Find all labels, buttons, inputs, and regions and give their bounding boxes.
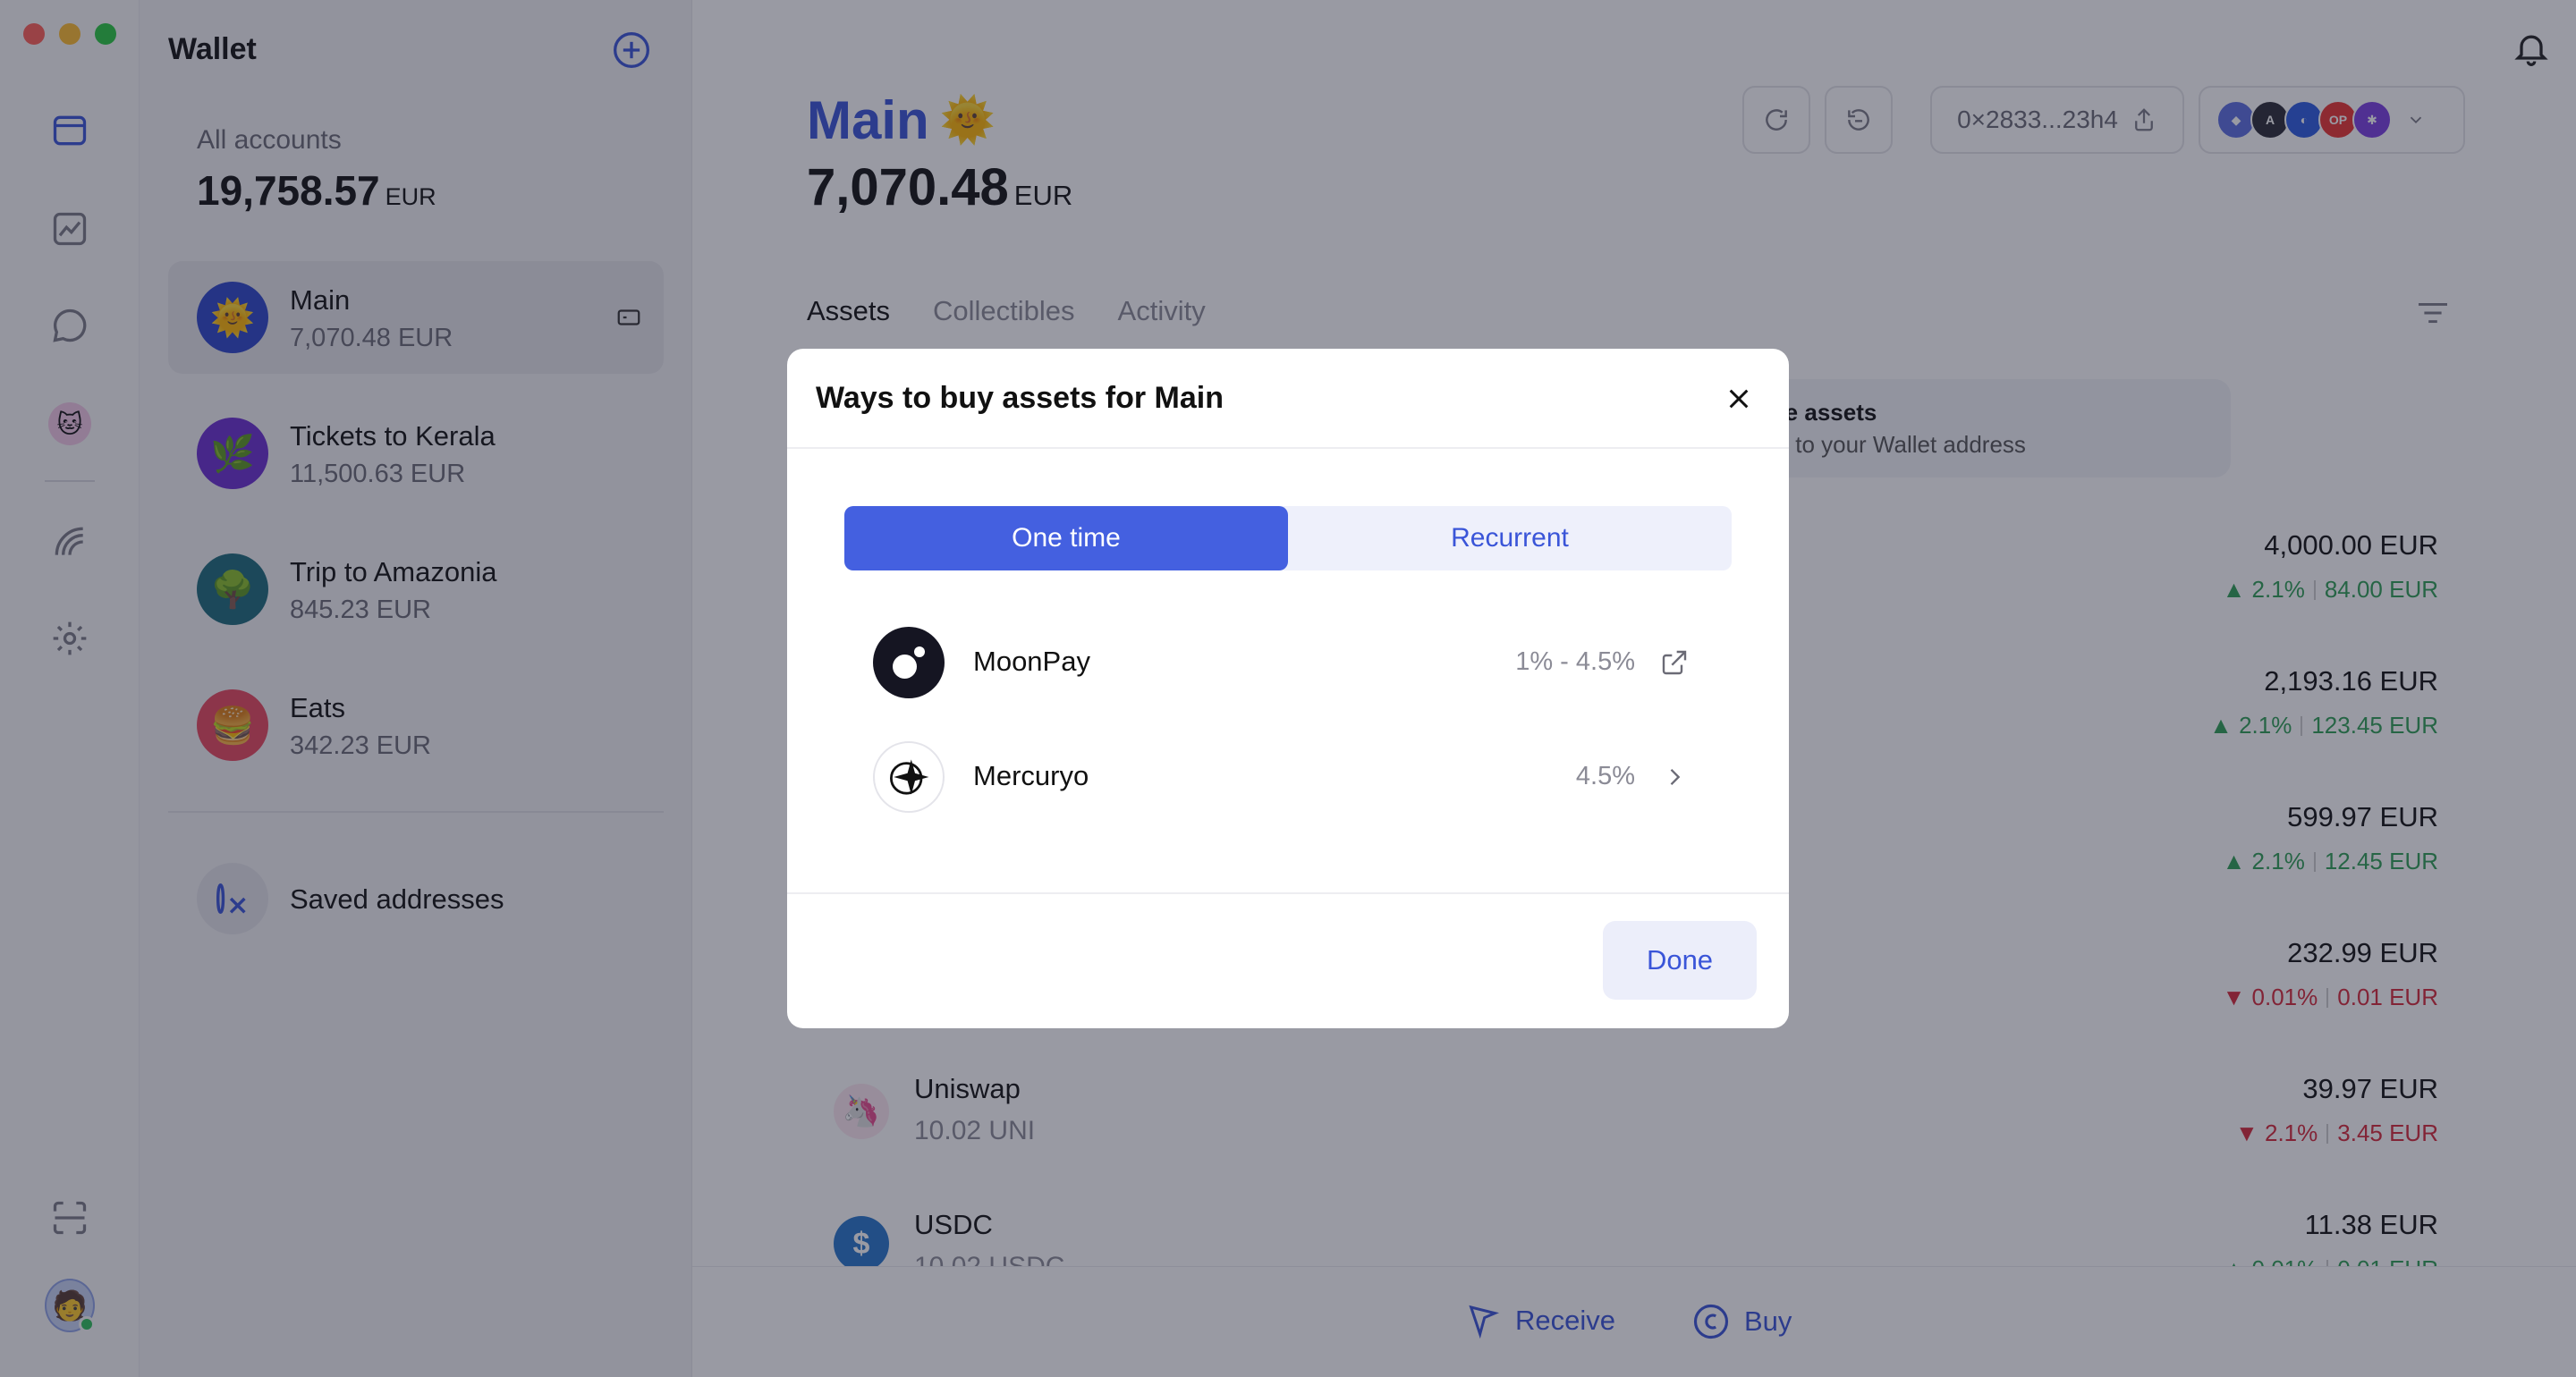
provider-moonpay[interactable]: MoonPay 1% - 4.5% (873, 622, 1703, 703)
moonpay-logo-icon (873, 627, 945, 698)
done-button[interactable]: Done (1603, 921, 1757, 1000)
tab-recurrent[interactable]: Recurrent (1288, 506, 1732, 570)
provider-fee: 1% - 4.5% (1515, 647, 1635, 676)
modal-divider (787, 447, 1789, 449)
chevron-right-icon[interactable] (1657, 759, 1692, 795)
tab-one-time[interactable]: One time (844, 506, 1288, 570)
modal-footer-divider (787, 892, 1789, 894)
mercuryo-logo-icon (873, 741, 945, 813)
provider-fee: 4.5% (1575, 762, 1635, 790)
close-icon[interactable] (1721, 381, 1757, 417)
provider-name: MoonPay (973, 646, 1090, 677)
external-link-icon[interactable] (1657, 645, 1692, 680)
buy-options-modal: Ways to buy assets for Main One time Rec… (787, 349, 1789, 1028)
purchase-type-toggle: One time Recurrent (844, 506, 1732, 570)
provider-name: Mercuryo (973, 760, 1089, 791)
modal-title: Ways to buy assets for Main (816, 381, 1224, 415)
provider-mercuryo[interactable]: Mercuryo 4.5% (873, 737, 1703, 817)
